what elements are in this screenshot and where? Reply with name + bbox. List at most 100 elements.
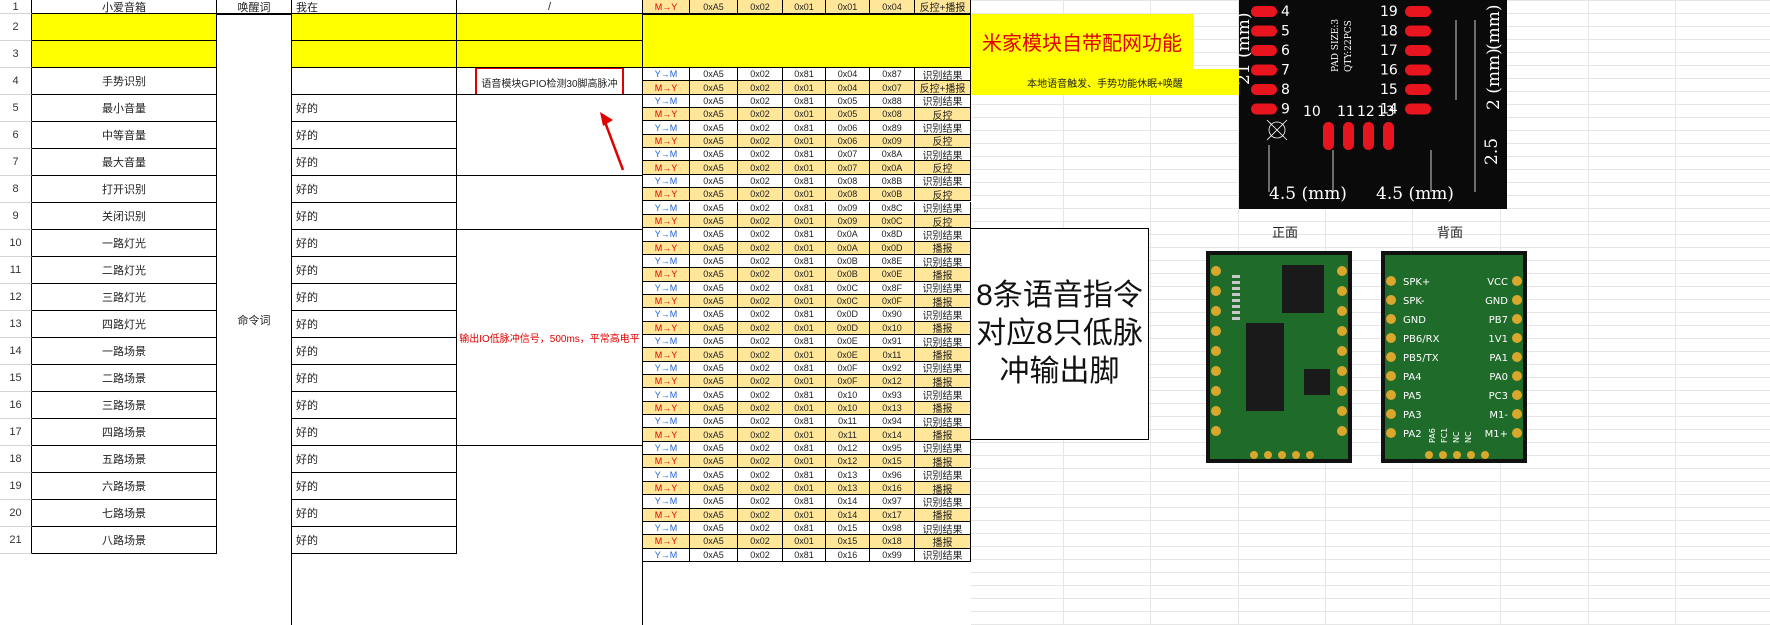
- hex-byte-cell[interactable]: 0x02: [738, 121, 783, 135]
- hex-byte-cell[interactable]: 0x02: [738, 455, 783, 469]
- result-cell[interactable]: 识别结果: [915, 201, 971, 215]
- hex-byte-cell[interactable]: 0x0F: [870, 294, 915, 309]
- direction-cell[interactable]: Y→M: [643, 174, 690, 189]
- direction-cell[interactable]: Y→M: [643, 415, 690, 429]
- hex-byte-cell[interactable]: 0x0E: [870, 268, 915, 282]
- hex-byte-cell[interactable]: 0x02: [738, 468, 783, 482]
- result-cell[interactable]: 反控: [915, 134, 971, 149]
- hex-byte-cell[interactable]: 0x89: [870, 121, 915, 135]
- hex-byte-cell[interactable]: 0x0C: [826, 294, 870, 309]
- command-cell[interactable]: 最小音量: [32, 95, 217, 122]
- command-cell[interactable]: 五路场景: [32, 446, 217, 473]
- hex-byte-cell[interactable]: 0x14: [870, 428, 915, 442]
- result-cell[interactable]: 播报: [915, 294, 971, 309]
- hex-byte-cell[interactable]: 0x0B: [826, 268, 870, 282]
- result-cell[interactable]: 播报: [915, 535, 971, 549]
- hex-byte-cell[interactable]: 0x10: [870, 321, 915, 335]
- hex-byte-cell[interactable]: 0x0D: [826, 308, 870, 322]
- hex-byte-cell[interactable]: 0x81: [783, 495, 826, 509]
- yellow-cell[interactable]: [32, 14, 217, 41]
- result-cell[interactable]: 识别结果: [915, 148, 971, 162]
- direction-cell[interactable]: M→Y: [643, 321, 690, 335]
- hex-byte-cell[interactable]: 0x02: [738, 134, 783, 149]
- hex-byte-cell[interactable]: 0x0C: [826, 281, 870, 295]
- hex-byte-cell[interactable]: 0x02: [738, 481, 783, 496]
- hex-byte-cell[interactable]: 0xA5: [690, 281, 738, 295]
- hex-byte-cell[interactable]: 0x02: [738, 68, 783, 82]
- direction-cell[interactable]: Y→M: [643, 281, 690, 295]
- direction-cell[interactable]: M→Y: [643, 214, 690, 229]
- hex-byte-cell[interactable]: 0x99: [870, 548, 915, 562]
- hex-byte-cell[interactable]: 0xA5: [690, 388, 738, 402]
- hex-byte-cell[interactable]: 0x0B: [870, 188, 915, 202]
- hex-byte-cell[interactable]: 0x01: [783, 375, 826, 389]
- result-cell[interactable]: 识别结果: [915, 388, 971, 402]
- hex-byte-cell[interactable]: 0x01: [783, 0, 826, 14]
- hex-byte-cell[interactable]: 0x98: [870, 521, 915, 536]
- direction-cell[interactable]: Y→M: [643, 228, 690, 242]
- reply-cell[interactable]: 好的: [292, 500, 457, 527]
- hex-byte-cell[interactable]: 0x04: [870, 0, 915, 14]
- result-cell[interactable]: 播报: [915, 401, 971, 416]
- result-cell[interactable]: 播报: [915, 428, 971, 442]
- hex-byte-cell[interactable]: 0x81: [783, 254, 826, 269]
- hex-byte-cell[interactable]: 0x02: [738, 535, 783, 549]
- hex-byte-cell[interactable]: 0x0E: [826, 335, 870, 349]
- hex-byte-cell[interactable]: 0xA5: [690, 455, 738, 469]
- command-cell[interactable]: 一路灯光: [32, 230, 217, 257]
- result-cell[interactable]: 反控: [915, 188, 971, 202]
- hex-byte-cell[interactable]: 0x94: [870, 415, 915, 429]
- hex-byte-cell[interactable]: 0x02: [738, 495, 783, 509]
- direction-cell[interactable]: M→Y: [643, 161, 690, 175]
- hex-byte-cell[interactable]: 0x02: [738, 321, 783, 335]
- hex-byte-cell[interactable]: 0x10: [826, 388, 870, 402]
- hex-byte-cell[interactable]: 0x16: [826, 548, 870, 562]
- command-cell[interactable]: 小爱音箱: [32, 0, 217, 14]
- result-cell[interactable]: 识别结果: [915, 94, 971, 109]
- result-cell[interactable]: 识别结果: [915, 361, 971, 376]
- hex-byte-cell[interactable]: 0x10: [826, 401, 870, 416]
- hex-byte-cell[interactable]: 0xA5: [690, 188, 738, 202]
- result-cell[interactable]: 识别结果: [915, 415, 971, 429]
- hex-byte-cell[interactable]: 0x02: [738, 228, 783, 242]
- direction-cell[interactable]: Y→M: [643, 68, 690, 82]
- reply-cell[interactable]: 好的: [292, 365, 457, 392]
- hex-byte-cell[interactable]: 0xA5: [690, 335, 738, 349]
- hex-byte-cell[interactable]: 0x02: [738, 415, 783, 429]
- hex-byte-cell[interactable]: 0x12: [870, 375, 915, 389]
- direction-cell[interactable]: M→Y: [643, 268, 690, 282]
- direction-cell[interactable]: M→Y: [643, 348, 690, 362]
- hex-byte-cell[interactable]: 0x02: [738, 348, 783, 362]
- yellow-cell[interactable]: [292, 41, 457, 68]
- direction-cell[interactable]: M→Y: [643, 81, 690, 95]
- command-cell[interactable]: 八路场景: [32, 527, 217, 554]
- hex-byte-cell[interactable]: 0xA5: [690, 468, 738, 482]
- hex-byte-cell[interactable]: 0xA5: [690, 481, 738, 496]
- hex-byte-cell[interactable]: 0x01: [783, 268, 826, 282]
- hex-byte-cell[interactable]: 0x14: [826, 495, 870, 509]
- direction-cell[interactable]: Y→M: [643, 521, 690, 536]
- hex-byte-cell[interactable]: 0x0D: [826, 321, 870, 335]
- hex-byte-cell[interactable]: 0x01: [783, 535, 826, 549]
- hex-byte-cell[interactable]: 0x0E: [826, 348, 870, 362]
- result-cell[interactable]: 识别结果: [915, 254, 971, 269]
- hex-byte-cell[interactable]: 0x02: [738, 294, 783, 309]
- direction-cell[interactable]: M→Y: [643, 0, 690, 14]
- hex-byte-cell[interactable]: 0x01: [783, 401, 826, 416]
- result-cell[interactable]: 播报: [915, 348, 971, 362]
- hex-byte-cell[interactable]: 0x81: [783, 468, 826, 482]
- note-cell[interactable]: /: [457, 0, 643, 14]
- hex-byte-cell[interactable]: 0xA5: [690, 521, 738, 536]
- hex-byte-cell[interactable]: 0x13: [870, 401, 915, 416]
- direction-cell[interactable]: M→Y: [643, 375, 690, 389]
- command-cell[interactable]: 四路场景: [32, 419, 217, 446]
- hex-byte-cell[interactable]: 0x0B: [826, 254, 870, 269]
- direction-cell[interactable]: M→Y: [643, 428, 690, 442]
- hex-byte-cell[interactable]: 0xA5: [690, 508, 738, 522]
- result-cell[interactable]: 识别结果: [915, 495, 971, 509]
- direction-cell[interactable]: Y→M: [643, 388, 690, 402]
- result-cell[interactable]: 播报: [915, 268, 971, 282]
- hex-byte-cell[interactable]: 0x13: [826, 481, 870, 496]
- reply-cell[interactable]: 好的: [292, 392, 457, 419]
- hex-byte-cell[interactable]: 0x11: [870, 348, 915, 362]
